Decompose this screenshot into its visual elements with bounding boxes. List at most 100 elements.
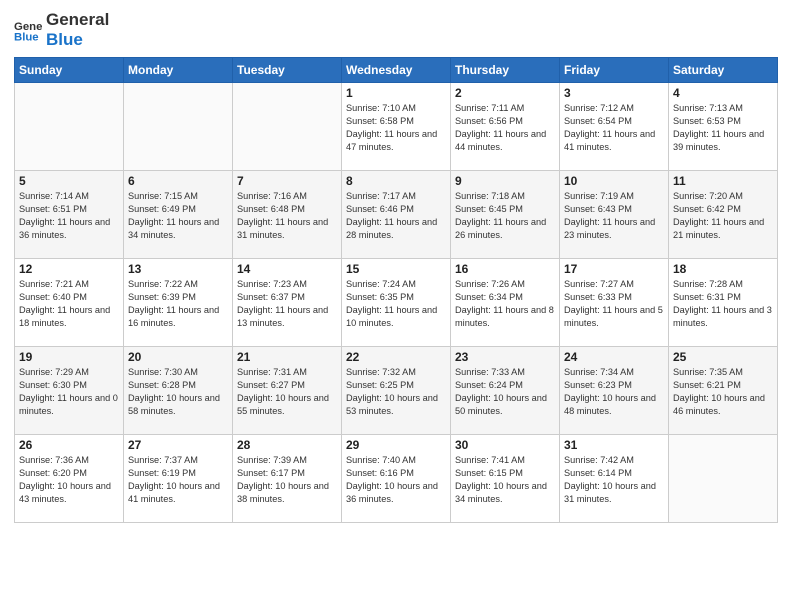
calendar-cell: 2Sunrise: 7:11 AM Sunset: 6:56 PM Daylig… [451,83,560,171]
calendar-cell: 30 Sunrise: 7:41 AM Sunset: 6:15 PM Dayli… [451,435,560,523]
calendar-cell: 1Sunrise: 7:10 AM Sunset: 6:58 PM Daylig… [342,83,451,171]
calendar-cell: 19 Sunrise: 7:29 AM Sunset: 6:30 PM Dayli… [15,347,124,435]
day-number: 15 [346,262,446,276]
day-number: 29 [346,438,446,452]
day-number: 22 [346,350,446,364]
day-number: 13 [128,262,228,276]
day-number: 5 [19,174,119,188]
day-info: Sunrise: 7:12 AM Sunset: 6:54 PM Dayligh… [564,102,664,154]
calendar-week-row: 5 Sunrise: 7:14 AM Sunset: 6:51 PM Daylig… [15,171,778,259]
calendar-cell: 3Sunrise: 7:12 AM Sunset: 6:54 PM Daylig… [560,83,669,171]
day-info: Sunrise: 7:29 AM Sunset: 6:30 PM Dayligh… [19,366,119,418]
day-number: 23 [455,350,555,364]
calendar-cell: 31 Sunrise: 7:42 AM Sunset: 6:14 PM Dayli… [560,435,669,523]
day-number: 17 [564,262,664,276]
day-number: 6 [128,174,228,188]
calendar-cell: 5 Sunrise: 7:14 AM Sunset: 6:51 PM Daylig… [15,171,124,259]
logo: General Blue General Blue [14,10,109,49]
calendar-cell [15,83,124,171]
day-number: 10 [564,174,664,188]
calendar-cell [233,83,342,171]
calendar-week-row: 12 Sunrise: 7:21 AM Sunset: 6:40 PM Dayli… [15,259,778,347]
calendar-header-row: SundayMondayTuesdayWednesdayThursdayFrid… [15,58,778,83]
day-number: 7 [237,174,337,188]
day-number: 30 [455,438,555,452]
weekday-header-monday: Monday [124,58,233,83]
day-info: Sunrise: 7:17 AM Sunset: 6:46 PM Dayligh… [346,190,446,242]
day-info: Sunrise: 7:35 AM Sunset: 6:21 PM Dayligh… [673,366,773,418]
day-info: Sunrise: 7:33 AM Sunset: 6:24 PM Dayligh… [455,366,555,418]
day-info: Sunrise: 7:13 AM Sunset: 6:53 PM Dayligh… [673,102,773,154]
calendar-cell: 12 Sunrise: 7:21 AM Sunset: 6:40 PM Dayli… [15,259,124,347]
calendar-week-row: 26 Sunrise: 7:36 AM Sunset: 6:20 PM Dayli… [15,435,778,523]
day-info: Sunrise: 7:19 AM Sunset: 6:43 PM Dayligh… [564,190,664,242]
calendar-cell: 27 Sunrise: 7:37 AM Sunset: 6:19 PM Dayli… [124,435,233,523]
day-info: Sunrise: 7:14 AM Sunset: 6:51 PM Dayligh… [19,190,119,242]
day-number: 16 [455,262,555,276]
calendar-cell: 21Sunrise: 7:31 AM Sunset: 6:27 PM Dayli… [233,347,342,435]
day-info: Sunrise: 7:18 AM Sunset: 6:45 PM Dayligh… [455,190,555,242]
calendar-cell: 25Sunrise: 7:35 AM Sunset: 6:21 PM Dayli… [669,347,778,435]
day-number: 12 [19,262,119,276]
day-number: 18 [673,262,773,276]
day-info: Sunrise: 7:22 AM Sunset: 6:39 PM Dayligh… [128,278,228,330]
day-info: Sunrise: 7:42 AM Sunset: 6:14 PM Dayligh… [564,454,664,506]
calendar-cell: 13 Sunrise: 7:22 AM Sunset: 6:39 PM Dayli… [124,259,233,347]
calendar-cell: 15 Sunrise: 7:24 AM Sunset: 6:35 PM Dayli… [342,259,451,347]
day-number: 28 [237,438,337,452]
day-info: Sunrise: 7:30 AM Sunset: 6:28 PM Dayligh… [128,366,228,418]
calendar-cell: 11Sunrise: 7:20 AM Sunset: 6:42 PM Dayli… [669,171,778,259]
logo-icon: General Blue [14,16,42,44]
calendar-cell: 18 Sunrise: 7:28 AM Sunset: 6:31 PM Dayli… [669,259,778,347]
calendar-cell [669,435,778,523]
day-info: Sunrise: 7:36 AM Sunset: 6:20 PM Dayligh… [19,454,119,506]
calendar-cell: 10 Sunrise: 7:19 AM Sunset: 6:43 PM Dayli… [560,171,669,259]
day-number: 8 [346,174,446,188]
day-number: 26 [19,438,119,452]
logo-general: General [46,10,109,30]
page-header: General Blue General Blue [14,10,778,49]
day-info: Sunrise: 7:16 AM Sunset: 6:48 PM Dayligh… [237,190,337,242]
day-number: 24 [564,350,664,364]
day-info: Sunrise: 7:39 AM Sunset: 6:17 PM Dayligh… [237,454,337,506]
calendar-cell [124,83,233,171]
calendar-cell: 20 Sunrise: 7:30 AM Sunset: 6:28 PM Dayli… [124,347,233,435]
calendar-table: SundayMondayTuesdayWednesdayThursdayFrid… [14,57,778,523]
day-info: Sunrise: 7:24 AM Sunset: 6:35 PM Dayligh… [346,278,446,330]
day-info: Sunrise: 7:27 AM Sunset: 6:33 PM Dayligh… [564,278,664,330]
calendar-week-row: 19 Sunrise: 7:29 AM Sunset: 6:30 PM Dayli… [15,347,778,435]
day-number: 27 [128,438,228,452]
day-number: 31 [564,438,664,452]
calendar-cell: 22Sunrise: 7:32 AM Sunset: 6:25 PM Dayli… [342,347,451,435]
calendar-cell: 4Sunrise: 7:13 AM Sunset: 6:53 PM Daylig… [669,83,778,171]
weekday-header-sunday: Sunday [15,58,124,83]
day-info: Sunrise: 7:21 AM Sunset: 6:40 PM Dayligh… [19,278,119,330]
day-number: 21 [237,350,337,364]
calendar-cell: 29Sunrise: 7:40 AM Sunset: 6:16 PM Dayli… [342,435,451,523]
day-number: 11 [673,174,773,188]
calendar-cell: 28 Sunrise: 7:39 AM Sunset: 6:17 PM Dayli… [233,435,342,523]
day-info: Sunrise: 7:41 AM Sunset: 6:15 PM Dayligh… [455,454,555,506]
calendar-cell: 16 Sunrise: 7:26 AM Sunset: 6:34 PM Dayli… [451,259,560,347]
day-info: Sunrise: 7:34 AM Sunset: 6:23 PM Dayligh… [564,366,664,418]
calendar-cell: 8 Sunrise: 7:17 AM Sunset: 6:46 PM Daylig… [342,171,451,259]
day-info: Sunrise: 7:23 AM Sunset: 6:37 PM Dayligh… [237,278,337,330]
calendar-cell: 17 Sunrise: 7:27 AM Sunset: 6:33 PM Dayli… [560,259,669,347]
day-info: Sunrise: 7:15 AM Sunset: 6:49 PM Dayligh… [128,190,228,242]
day-number: 2 [455,86,555,100]
calendar-cell: 14 Sunrise: 7:23 AM Sunset: 6:37 PM Dayli… [233,259,342,347]
svg-text:Blue: Blue [14,31,39,43]
calendar-cell: 26 Sunrise: 7:36 AM Sunset: 6:20 PM Dayli… [15,435,124,523]
day-info: Sunrise: 7:10 AM Sunset: 6:58 PM Dayligh… [346,102,446,154]
logo-blue: Blue [46,30,109,50]
day-number: 14 [237,262,337,276]
day-number: 9 [455,174,555,188]
day-info: Sunrise: 7:26 AM Sunset: 6:34 PM Dayligh… [455,278,555,330]
calendar-cell: 9 Sunrise: 7:18 AM Sunset: 6:45 PM Daylig… [451,171,560,259]
day-number: 20 [128,350,228,364]
day-info: Sunrise: 7:37 AM Sunset: 6:19 PM Dayligh… [128,454,228,506]
weekday-header-thursday: Thursday [451,58,560,83]
day-info: Sunrise: 7:28 AM Sunset: 6:31 PM Dayligh… [673,278,773,330]
calendar-cell: 24 Sunrise: 7:34 AM Sunset: 6:23 PM Dayli… [560,347,669,435]
day-number: 19 [19,350,119,364]
